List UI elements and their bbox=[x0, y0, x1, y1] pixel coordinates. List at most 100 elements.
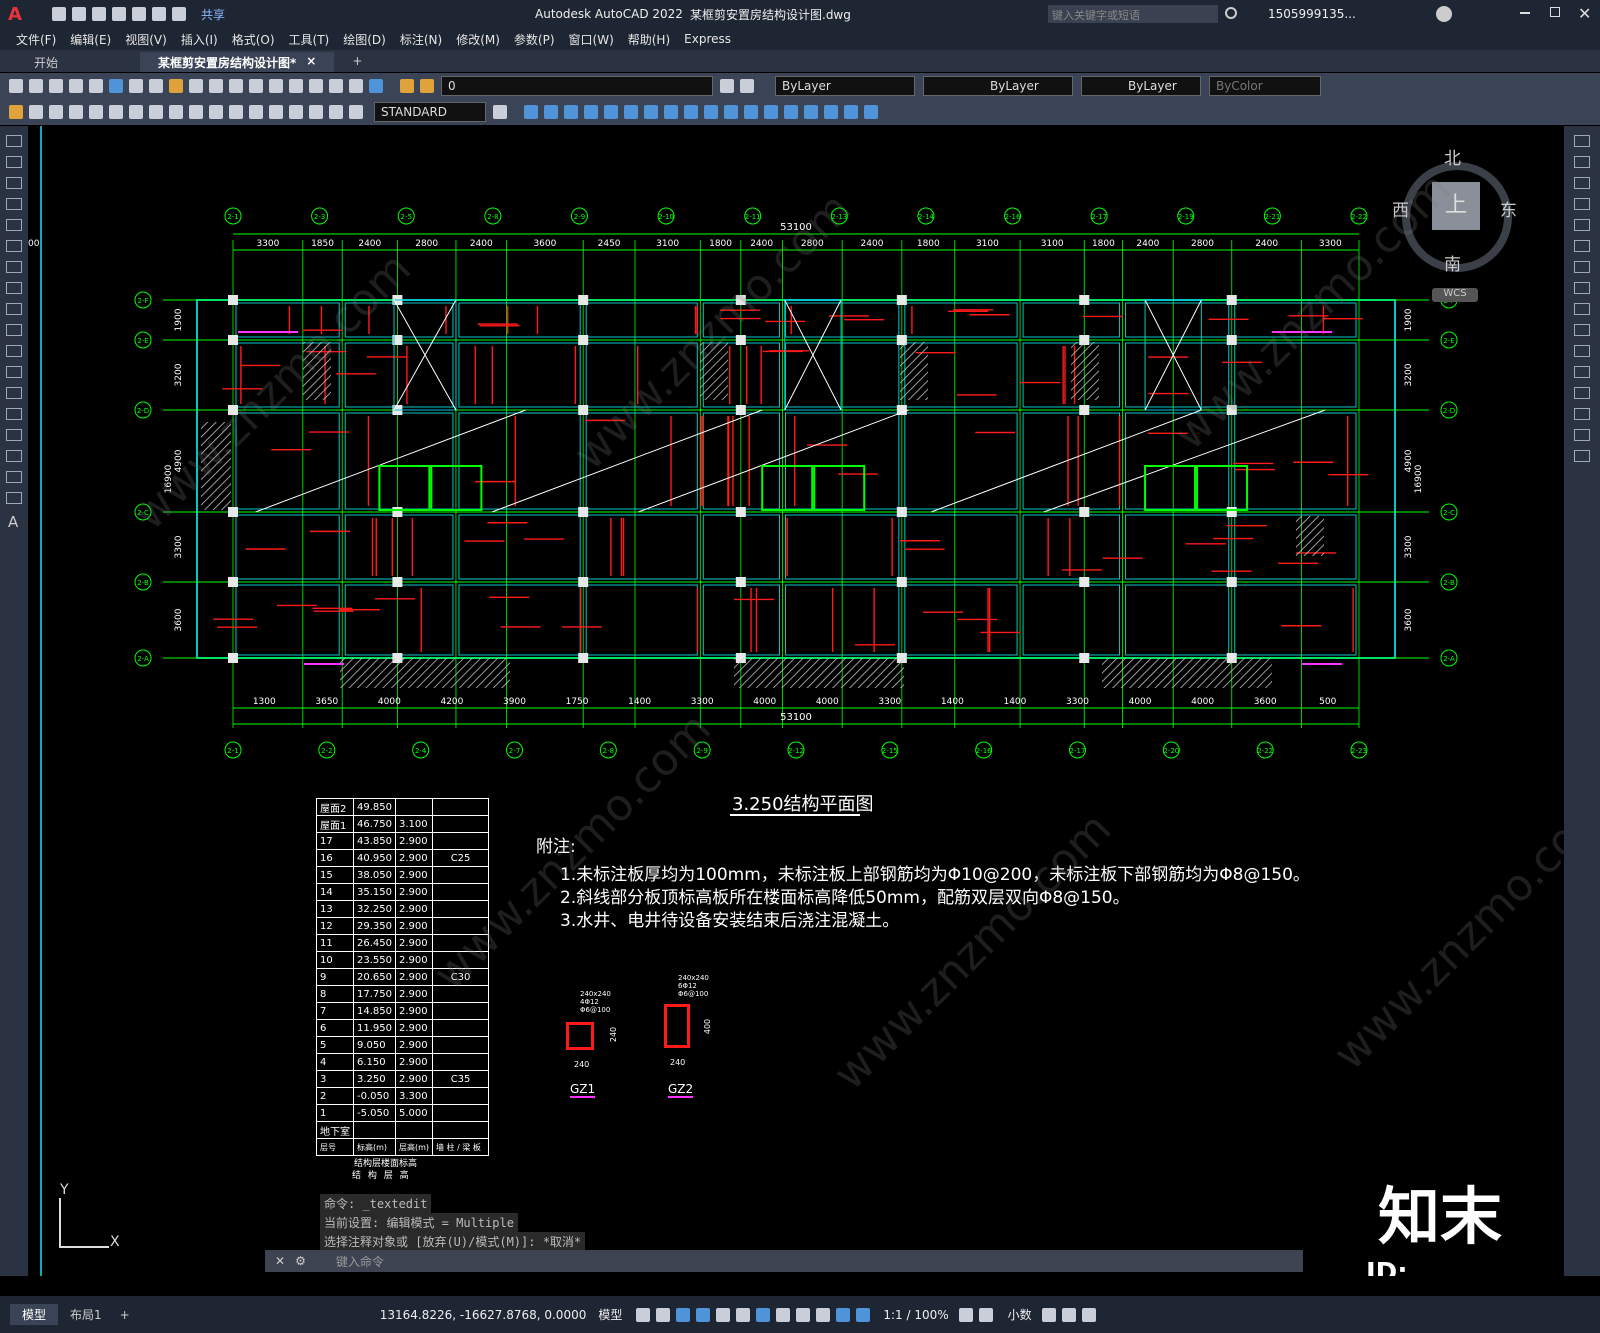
zoom-window-icon[interactable] bbox=[289, 79, 303, 93]
command-input[interactable]: 键入命令 bbox=[336, 1253, 384, 1270]
menu-format[interactable]: 格式(O) bbox=[232, 31, 275, 48]
insert-block-icon[interactable] bbox=[6, 366, 22, 378]
menu-edit[interactable]: 编辑(E) bbox=[70, 31, 111, 48]
stretch-icon[interactable] bbox=[604, 105, 618, 119]
minimize-icon[interactable] bbox=[1520, 12, 1530, 14]
array-icon[interactable] bbox=[664, 105, 678, 119]
linetype-dropdown[interactable]: ByLayer bbox=[923, 76, 1073, 96]
scale-icon[interactable] bbox=[1574, 282, 1590, 294]
menu-express[interactable]: Express bbox=[684, 32, 731, 46]
offset-icon[interactable] bbox=[644, 105, 658, 119]
saveas-icon[interactable] bbox=[111, 7, 126, 21]
radius-dim-icon[interactable] bbox=[109, 105, 123, 119]
pan-icon[interactable] bbox=[249, 79, 263, 93]
baseline-dim-icon[interactable] bbox=[189, 105, 203, 119]
point-icon[interactable] bbox=[6, 408, 22, 420]
plot-icon[interactable] bbox=[69, 79, 83, 93]
mirror-icon[interactable] bbox=[1574, 177, 1590, 189]
qnew-icon[interactable] bbox=[9, 79, 23, 93]
selection-cycling-icon[interactable] bbox=[816, 1307, 831, 1322]
copy-icon[interactable] bbox=[1574, 156, 1590, 168]
close-icon[interactable]: ✕ bbox=[1578, 4, 1591, 23]
plotstyle-dropdown[interactable]: ByColor bbox=[1209, 76, 1321, 96]
mirror-icon[interactable] bbox=[624, 105, 638, 119]
save-icon[interactable] bbox=[49, 79, 63, 93]
quick-properties-icon[interactable] bbox=[1041, 1307, 1056, 1322]
menu-tools[interactable]: 工具(T) bbox=[289, 31, 330, 48]
rectangle-icon[interactable] bbox=[6, 219, 22, 231]
tab-add-button[interactable]: + bbox=[334, 52, 380, 72]
extend-icon[interactable] bbox=[1574, 345, 1590, 357]
join-icon[interactable] bbox=[744, 105, 758, 119]
fillet-icon[interactable] bbox=[784, 105, 798, 119]
jogged-linear-icon[interactable] bbox=[289, 105, 303, 119]
mtext-icon[interactable]: A bbox=[8, 513, 28, 531]
share-button[interactable]: 共享 bbox=[201, 6, 225, 23]
menu-view[interactable]: 视图(V) bbox=[125, 31, 167, 48]
dim-text-edit-icon[interactable] bbox=[329, 105, 343, 119]
search-icon[interactable] bbox=[1225, 7, 1237, 19]
rotate-icon[interactable] bbox=[564, 105, 578, 119]
chamfer-icon[interactable] bbox=[764, 105, 778, 119]
compass-east[interactable]: 东 bbox=[1500, 196, 1517, 221]
layer-on-icon[interactable] bbox=[400, 79, 414, 93]
trim-icon[interactable] bbox=[1574, 324, 1590, 336]
aligned-dim-icon[interactable] bbox=[49, 105, 63, 119]
dim-style-icon[interactable] bbox=[9, 105, 23, 119]
properties-icon[interactable] bbox=[309, 79, 323, 93]
extend-icon[interactable] bbox=[704, 105, 718, 119]
ellipse-icon[interactable] bbox=[6, 324, 22, 336]
stretch-icon[interactable] bbox=[1574, 303, 1590, 315]
gradient-icon[interactable] bbox=[6, 450, 22, 462]
redo-icon[interactable] bbox=[171, 7, 186, 21]
menu-help[interactable]: 帮助(H) bbox=[628, 31, 670, 48]
offset-icon[interactable] bbox=[1574, 198, 1590, 210]
save-icon[interactable] bbox=[91, 7, 106, 21]
search-input[interactable]: 键入关键字或短语 bbox=[1048, 5, 1218, 23]
drawing-canvas[interactable]: 53100 3300 1850 2400 2800 2400 3600 2450 3100 180… bbox=[28, 126, 1564, 1276]
isodraft-icon[interactable] bbox=[716, 1307, 731, 1322]
grid-icon[interactable] bbox=[636, 1307, 651, 1322]
open-icon[interactable] bbox=[71, 7, 86, 21]
break-icon[interactable] bbox=[724, 105, 738, 119]
help-icon[interactable] bbox=[369, 79, 383, 93]
layer-state-icon[interactable] bbox=[740, 79, 754, 93]
chamfer-icon[interactable] bbox=[1574, 408, 1590, 420]
erase-icon[interactable] bbox=[1574, 135, 1590, 147]
annotation-visibility-icon[interactable] bbox=[836, 1307, 851, 1322]
command-close-icon[interactable]: ✕ bbox=[275, 1254, 285, 1268]
snap-icon[interactable] bbox=[656, 1307, 671, 1322]
tolerance-icon[interactable] bbox=[229, 105, 243, 119]
layer-iso-icon[interactable] bbox=[844, 105, 858, 119]
lineweight-dropdown[interactable]: ByLayer bbox=[1081, 76, 1201, 96]
menu-dimension[interactable]: 标注(N) bbox=[400, 31, 442, 48]
command-customize-icon[interactable]: ⚙ bbox=[295, 1254, 306, 1268]
menu-insert[interactable]: 插入(I) bbox=[181, 31, 218, 48]
line-icon[interactable] bbox=[6, 135, 22, 147]
copy-icon[interactable] bbox=[149, 79, 163, 93]
compass-north[interactable]: 北 bbox=[1444, 144, 1461, 169]
trim-icon[interactable] bbox=[684, 105, 698, 119]
center-mark-icon[interactable] bbox=[249, 105, 263, 119]
toolpalette-icon[interactable] bbox=[349, 79, 363, 93]
print-icon[interactable] bbox=[131, 7, 146, 21]
fillet-icon[interactable] bbox=[1574, 429, 1590, 441]
dim-update-icon[interactable] bbox=[349, 105, 363, 119]
polygon-icon[interactable] bbox=[6, 198, 22, 210]
continue-dim-icon[interactable] bbox=[209, 105, 223, 119]
move-icon[interactable] bbox=[1574, 240, 1590, 252]
transparency-icon[interactable] bbox=[796, 1307, 811, 1322]
open-icon[interactable] bbox=[29, 79, 43, 93]
construction-line-icon[interactable] bbox=[6, 156, 22, 168]
copy-object-icon[interactable] bbox=[544, 105, 558, 119]
units-display[interactable]: 小数 bbox=[1008, 1306, 1032, 1323]
layer-dropdown[interactable]: 0 bbox=[441, 76, 713, 96]
inspect-icon[interactable] bbox=[269, 105, 283, 119]
model-space-toggle[interactable]: 模型 bbox=[598, 1306, 622, 1323]
cut-icon[interactable] bbox=[129, 79, 143, 93]
new-icon[interactable] bbox=[51, 7, 66, 21]
arc-icon[interactable] bbox=[6, 240, 22, 252]
hatch-icon[interactable] bbox=[6, 429, 22, 441]
publish-icon[interactable] bbox=[109, 79, 123, 93]
join-icon[interactable] bbox=[1574, 387, 1590, 399]
